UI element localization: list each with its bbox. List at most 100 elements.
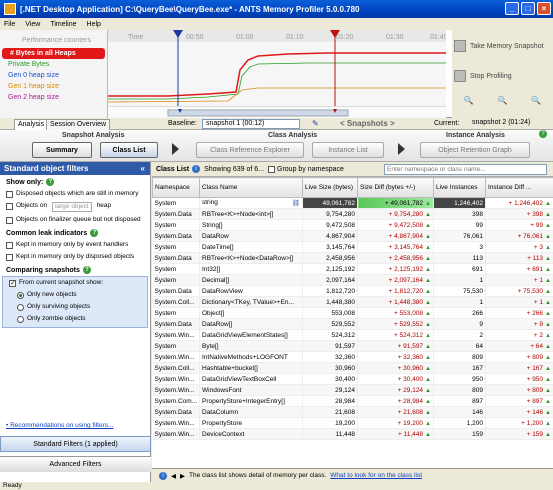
filter-event-handlers[interactable]: Kept in memory only by event handlers bbox=[0, 239, 150, 251]
instance-categorizer-icon[interactable]: ⛓ bbox=[292, 199, 300, 207]
radio-selected[interactable] bbox=[17, 292, 24, 299]
instance-list-button[interactable]: Instance List bbox=[312, 142, 384, 158]
table-row[interactable]: System.Coll... Dictionary<TKey, TValue>+E… bbox=[152, 296, 553, 308]
table-row[interactable]: System.Win... IntNativeMethods+LOGFONT 32,… bbox=[152, 351, 553, 363]
table-cell: PropertyStore+IntegerEntry[] bbox=[199, 395, 303, 407]
help-icon[interactable]: ? bbox=[46, 178, 55, 186]
filter-from-current[interactable]: From current snapshot show: bbox=[3, 277, 147, 289]
filter-finalizer[interactable]: Objects on finalizer queue but not dispo… bbox=[0, 214, 150, 226]
advanced-filters-button[interactable]: Advanced Filters bbox=[0, 456, 151, 472]
increase-icon: ▲ bbox=[545, 244, 551, 251]
recommendations-link[interactable]: • Recommendations on using filters... bbox=[6, 422, 113, 429]
table-row[interactable]: System.Data RBTree<K>+Node<int>[] 9,754,28… bbox=[152, 208, 553, 220]
table-row[interactable]: System string ⛓ 49,061,782 + 49,061,782 ▲ 1,2… bbox=[152, 197, 553, 209]
table-row[interactable]: System.Data DataRow 4,867,904 + 4,867,904 ▲ 7… bbox=[152, 230, 553, 242]
checkbox[interactable] bbox=[6, 242, 13, 249]
edit-icon[interactable]: ✎ bbox=[312, 119, 319, 128]
object-retention-graph-button[interactable]: Object Retention Graph bbox=[420, 142, 530, 158]
search-input[interactable]: Enter namespace or class name... bbox=[384, 164, 547, 175]
counter-item[interactable]: # Bytes in all Heaps bbox=[2, 48, 105, 59]
column-header[interactable]: Live Size (bytes) bbox=[302, 177, 358, 198]
menu-timeline[interactable]: Timeline bbox=[50, 21, 76, 28]
table-row[interactable]: System.Data DataColumn 21,608 + 21,608 ▲ 146 +… bbox=[152, 406, 553, 418]
table-row[interactable]: System Decimal[] 2,097,164 + 2,097,164 ▲ 1 + 1… bbox=[152, 274, 553, 286]
zoom-fit-icon[interactable]: 🔍 bbox=[531, 96, 541, 106]
baseline-select[interactable]: snapshot 1 (00:12) bbox=[202, 119, 300, 129]
next-icon[interactable]: ▶ bbox=[180, 472, 185, 480]
timeline-scrollbar[interactable] bbox=[108, 106, 446, 118]
minimize-button[interactable]: _ bbox=[505, 2, 519, 15]
checkbox[interactable] bbox=[6, 203, 13, 210]
app-icon bbox=[4, 3, 16, 15]
table-row[interactable]: System.Win... WindowsFont 29,124 + 29,124 ▲ 8… bbox=[152, 384, 553, 396]
help-icon[interactable]: ? bbox=[82, 266, 91, 274]
class-reference-explorer-button[interactable]: Class Reference Explorer bbox=[196, 142, 304, 158]
filter-disposed-objects[interactable]: Kept in memory only by disposed objects bbox=[0, 251, 150, 263]
what-to-look-for-link[interactable]: What to look for on the class list bbox=[330, 472, 422, 479]
class-list-panel: Class List i Showing 639 of 6... Group b… bbox=[152, 162, 553, 482]
filter-disposed[interactable]: Disposed objects which are still in memo… bbox=[0, 188, 150, 200]
checkbox[interactable] bbox=[6, 191, 13, 198]
standard-filters-button[interactable]: Standard Filters (1 applied) bbox=[0, 436, 151, 452]
table-row[interactable]: System.Win... DataGridViewElementStates[]… bbox=[152, 329, 553, 341]
option-zombie-objects[interactable]: Only zombie objects bbox=[3, 313, 147, 325]
column-header[interactable]: Namespace bbox=[152, 177, 200, 198]
radio[interactable] bbox=[17, 316, 24, 323]
checkbox-checked[interactable] bbox=[9, 280, 16, 287]
collapse-icon[interactable]: « bbox=[141, 162, 145, 175]
increase-icon: ▲ bbox=[425, 255, 431, 262]
analysis-toolbar: Snapshot Analysis Class Analysis Instanc… bbox=[0, 130, 553, 162]
counter-item[interactable]: Gen 0 heap size bbox=[0, 70, 107, 81]
increase-icon: ▲ bbox=[425, 343, 431, 350]
snapshots-navigator[interactable]: < Snapshots > bbox=[340, 119, 395, 128]
table-row[interactable]: System DateTime[] 3,145,764 + 3,145,764 ▲ 3 + … bbox=[152, 241, 553, 253]
table-cell: + 113 ▲ bbox=[485, 252, 553, 264]
checkbox[interactable] bbox=[6, 217, 13, 224]
table-row[interactable]: System.Data DataRowView 1,812,720 + 1,812,7… bbox=[152, 285, 553, 297]
menu-file[interactable]: File bbox=[4, 21, 15, 28]
counter-item[interactable]: Gen 1 heap size bbox=[0, 81, 107, 92]
option-new-objects[interactable]: Only new objects bbox=[3, 289, 147, 301]
counter-item[interactable]: Private Bytes bbox=[0, 59, 107, 70]
take-snapshot-button[interactable]: Take Memory Snapshot bbox=[454, 38, 550, 54]
table-row[interactable]: System.Win... DataGridViewTextBoxCell 30,4… bbox=[152, 373, 553, 385]
stop-profiling-button[interactable]: Stop Profiling bbox=[454, 68, 550, 84]
column-header[interactable]: Size Diff (bytes +/-) bbox=[357, 177, 434, 198]
column-header[interactable]: Live Instances bbox=[433, 177, 486, 198]
zoom-in-icon[interactable]: 🔍 bbox=[464, 96, 474, 106]
summary-button[interactable]: Summary bbox=[32, 142, 92, 158]
prev-icon[interactable]: ◀ bbox=[171, 472, 176, 480]
tab-session-overview[interactable]: Session Overview bbox=[46, 119, 111, 130]
class-list-button[interactable]: Class List bbox=[100, 142, 158, 158]
table-cell: + 11,448 ▲ bbox=[357, 428, 434, 440]
table-row[interactable]: System.Win... DeviceContext 11,448 + 11,448… bbox=[152, 428, 553, 440]
timeline-chart[interactable]: Time 00:50 01:00 01:10 01:20 01:30 01:40 bbox=[107, 30, 448, 106]
filter-objects-on-heap[interactable]: Objects on large object heap bbox=[0, 200, 150, 214]
maximize-button[interactable]: □ bbox=[521, 2, 535, 15]
table-row[interactable]: System Byte[] 91,597 + 91,597 ▲ 64 + 64 ▲ bbox=[152, 340, 553, 352]
help-icon[interactable]: ? bbox=[539, 130, 547, 138]
current-snapshot[interactable]: snapshot 2 (01:24) bbox=[470, 119, 550, 129]
group-by-namespace-checkbox[interactable] bbox=[268, 166, 276, 173]
option-surviving-objects[interactable]: Only surviving objects bbox=[3, 301, 147, 313]
checkbox[interactable] bbox=[6, 254, 13, 261]
table-row[interactable]: System.Coll... Hashtable+bucket[] 30,960 + … bbox=[152, 362, 553, 374]
heap-select[interactable]: large object bbox=[52, 202, 92, 212]
counter-item[interactable]: Gen 2 heap size bbox=[0, 92, 107, 103]
menu-view[interactable]: View bbox=[25, 21, 40, 28]
radio[interactable] bbox=[17, 304, 24, 311]
table-row[interactable]: System Object[] 553,008 + 553,008 ▲ 266 + 266 ▲ bbox=[152, 307, 553, 319]
column-header[interactable]: Instance Diff ... bbox=[485, 177, 553, 198]
table-row[interactable]: System.Data RBTree<K>+Node<DataRow>[] 2,45… bbox=[152, 252, 553, 264]
menu-help[interactable]: Help bbox=[87, 21, 101, 28]
column-header[interactable]: Class Name bbox=[199, 177, 303, 198]
table-row[interactable]: System String[] 9,472,508 + 9,472,508 ▲ 99 + 9… bbox=[152, 219, 553, 231]
table-row[interactable]: System.Com... PropertyStore+IntegerEntry[… bbox=[152, 395, 553, 407]
tab-analysis[interactable]: Analysis bbox=[14, 119, 49, 130]
table-row[interactable]: System Int32[] 2,125,192 + 2,125,192 ▲ 691 + 6… bbox=[152, 263, 553, 275]
zoom-out-icon[interactable]: 🔍 bbox=[498, 96, 508, 106]
table-row[interactable]: System.Data DataRow[] 529,552 + 529,552 ▲ 9 + … bbox=[152, 318, 553, 330]
help-icon[interactable]: ? bbox=[90, 229, 99, 237]
close-button[interactable]: × bbox=[537, 2, 551, 15]
table-row[interactable]: System.Win... PropertyStore 19,200 + 19,200… bbox=[152, 417, 553, 429]
